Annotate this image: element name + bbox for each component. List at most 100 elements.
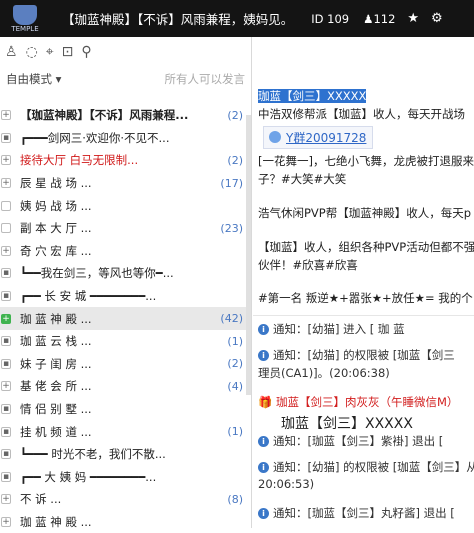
channel-row[interactable]: ▪ ┏━━ 长 安 城 ━━━━━━━━... (0, 285, 251, 308)
channel-row[interactable]: ▪ 情 侣 别 墅 ... (0, 398, 251, 421)
info-icon: i (258, 350, 269, 361)
channel-row[interactable]: ▪ ┗━━我在剑三，等风也等你━... (0, 262, 251, 285)
lock-icon[interactable]: ▪ (1, 291, 11, 302)
chat-message: [一花舞一]，七绝小飞舞，龙虎被打退服来 (258, 154, 474, 168)
channel-label: 奇 穴 宏 库 ... (20, 243, 92, 258)
system-notice: i 通知：[珈蓝【剑三】紫褂] 退出 [ (258, 433, 443, 449)
temple-logo: TEMPLE (0, 0, 50, 37)
star-icon[interactable]: ★ (407, 11, 419, 26)
user-count[interactable]: ♟112 (363, 12, 395, 26)
channel-label: ┏━━ 大 姨 妈 ━━━━━━━━... (20, 469, 157, 484)
channel-count: (4) (227, 379, 243, 393)
expand-icon[interactable]: + (1, 245, 11, 256)
channel-label: 情 侣 别 墅 ... (20, 402, 92, 417)
channel-row[interactable]: 副 本 大 厅 ... (23) (0, 217, 251, 240)
channel-label: 挂 机 频 道 ... (20, 424, 92, 439)
chat-message: 【珈蓝】收人，组织各种PVP活动但都不强 (258, 240, 474, 254)
channel-row[interactable]: ▪ 珈 蓝 云 栈 ... (1) (0, 330, 251, 353)
lock-icon[interactable]: ▪ (1, 132, 11, 143)
channel-count: (2) (227, 108, 243, 122)
channel-row[interactable]: ▪ ┏━━━剑网三·欢迎你·不见不... (0, 127, 251, 150)
channel-label: ┏━━ 长 安 城 ━━━━━━━━... (20, 289, 157, 304)
channel-label: 基 佬 会 所 ... (20, 379, 92, 394)
chat-message: 中浩双修帮派【珈蓝】收人，每天开战场 (258, 107, 465, 121)
info-icon: i (258, 462, 269, 473)
channel-row[interactable]: + 辰 星 战 场 ... (17) (0, 172, 251, 195)
qq-icon (269, 131, 281, 143)
channel-label: 珈 蓝 神 殿 ... (20, 311, 92, 326)
gift-icon: 🎁 (258, 395, 273, 409)
channel-label: 副 本 大 厅 ... (20, 221, 92, 236)
expand-icon[interactable]: + (1, 516, 11, 527)
system-notice-cont: 20:06:53) (258, 477, 315, 491)
info-icon: i (258, 436, 269, 447)
chat-message: 伙伴！#欣喜#欣喜 (258, 258, 358, 272)
left-toolbar: ♙ ◌ ⌖ ⊡ ⚲ (0, 37, 251, 67)
chat-message: 子？#大笑#大笑 (258, 172, 347, 186)
channel-row[interactable]: + 不 诉 ... (8) (0, 488, 251, 511)
channel-row[interactable]: ▪ ┏━━ 大 姨 妈 ━━━━━━━━... (0, 466, 251, 489)
channel-row[interactable]: + 基 佬 会 所 ... (4) (0, 375, 251, 398)
chat-message: #第一名 叛逆★+嚣张★+放任★= 我的个 (258, 291, 473, 305)
channel-count: (2) (227, 357, 243, 371)
expand-icon[interactable]: + (1, 178, 11, 189)
lock-icon[interactable]: ▪ (1, 336, 11, 347)
channel-row[interactable]: ▪ 挂 机 频 道 ... (1) (0, 420, 251, 443)
channel-count: (17) (220, 176, 243, 190)
room-title: 【珈蓝神殿】【不诉】风雨兼程，姨妈见。 (62, 12, 294, 27)
room-id: ID 109 (311, 11, 350, 26)
expand-icon[interactable]: + (1, 155, 11, 166)
gift-message: 🎁 珈蓝【剑三】肉灰灰（午睡微信M） (258, 395, 459, 409)
channel-label: 辰 星 战 场 ... (20, 176, 92, 191)
channel-count: (23) (220, 221, 243, 235)
location-icon[interactable]: ⌖ (46, 44, 54, 60)
channel-count: (8) (227, 492, 243, 506)
qq-group-link[interactable]: Y群20091728 (263, 126, 374, 149)
channel-dot-icon[interactable] (1, 223, 11, 234)
channel-row[interactable]: + 珈 蓝 神 殿 ... (42) (0, 307, 251, 330)
channel-label: ┏━━━剑网三·欢迎你·不见不... (20, 130, 170, 145)
channel-label: 接待大厅 白马无限制... (20, 153, 139, 168)
gear-icon[interactable]: ⚙ (431, 11, 443, 26)
channel-label: 不 诉 ... (20, 492, 62, 507)
channel-label: 珈 蓝 云 栈 ... (20, 334, 92, 349)
lock-icon[interactable]: ▪ (1, 358, 11, 369)
lock-icon[interactable]: ⊡ (62, 44, 74, 60)
mode-select[interactable]: 自由模式 ▾ (6, 71, 61, 87)
channel-row[interactable]: + 珈 蓝 神 殿 ... (0, 511, 251, 533)
channel-row[interactable]: + 奇 穴 宏 库 ... (0, 240, 251, 263)
channel-row[interactable]: ▪ 妹 子 闺 房 ... (2) (0, 353, 251, 376)
expand-icon[interactable]: + (1, 313, 11, 324)
scrollbar[interactable] (246, 115, 251, 395)
search-icon[interactable]: ⚲ (81, 44, 91, 60)
expand-icon[interactable]: + (1, 494, 11, 505)
channel-label: ┗━━━ 时光不老，我们不散... (20, 447, 166, 462)
chat-bubble-icon[interactable]: ◌ (26, 44, 38, 60)
lock-icon[interactable]: ▪ (1, 471, 11, 482)
chat-panel: 珈蓝【剑三】XXXXX 中浩双修帮派【珈蓝】收人，每天开战场 Y群2009172… (253, 37, 474, 528)
info-icon: i (258, 324, 269, 335)
channel-list: + 【珈蓝神殿】【不诉】风雨兼程... (2) ▪ ┏━━━剑网三·欢迎你·不见不...… (0, 104, 251, 533)
channel-label: 妹 子 闺 房 ... (20, 356, 92, 371)
channel-row[interactable]: 姨 妈 战 场 ... (0, 194, 251, 217)
user-icon[interactable]: ♙ (5, 44, 18, 60)
chat-message: 浩气休闲PVP帮【珈蓝神殿】收人，每天p (258, 206, 472, 220)
top-bar: TEMPLE 【珈蓝神殿】【不诉】风雨兼程，姨妈见。 ID 109 ♟112 ★… (0, 0, 474, 37)
logo-text: TEMPLE (11, 24, 39, 33)
channel-count: (1) (227, 425, 243, 439)
system-notice: i 通知：[幼猫] 的权限被 [珈蓝【剑三】从 (258, 459, 474, 475)
channel-row[interactable]: + 【珈蓝神殿】【不诉】风雨兼程... (2) (0, 104, 251, 127)
system-notice-cont: 理员(CA1)]。(20:06:38) (258, 366, 390, 380)
info-icon: i (258, 508, 269, 519)
expand-icon[interactable]: + (1, 381, 11, 392)
lock-icon[interactable]: ▪ (1, 426, 11, 437)
lock-icon[interactable]: ▪ (1, 404, 11, 415)
channel-dot-icon[interactable] (1, 200, 11, 211)
channel-row[interactable]: + 接待大厅 白马无限制... (2) (0, 149, 251, 172)
expand-icon[interactable]: + (1, 110, 11, 121)
lock-icon[interactable]: ▪ (1, 268, 11, 279)
lock-icon[interactable]: ▪ (1, 449, 11, 460)
channel-row[interactable]: ▪ ┗━━━ 时光不老，我们不散... (0, 443, 251, 466)
channel-count: (2) (227, 153, 243, 167)
system-notice: i 通知：[幼猫] 进入 [ 珈 蓝 (258, 321, 405, 337)
